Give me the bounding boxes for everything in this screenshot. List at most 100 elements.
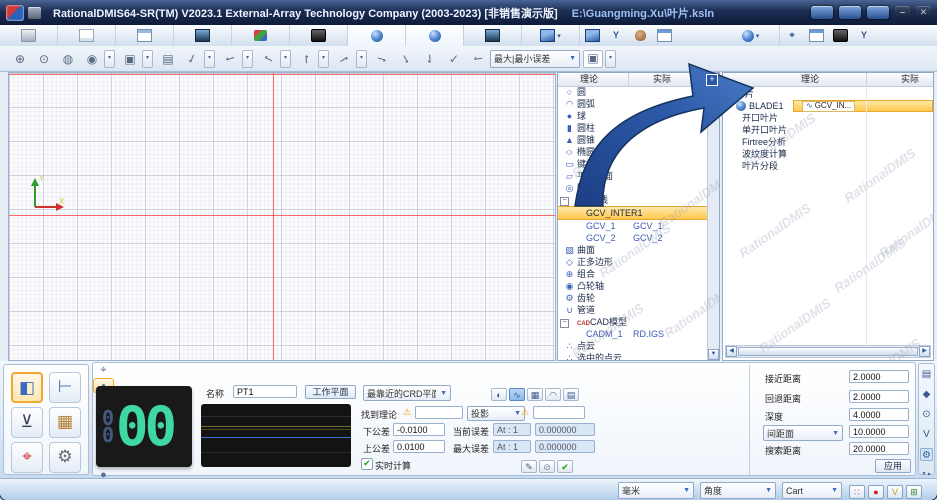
ribbon-tab-axes-tool[interactable]: ⌖	[780, 25, 804, 46]
tree-item-ellipse[interactable]: ○椭圆	[558, 146, 708, 158]
ribbon-tab-table[interactable]	[116, 25, 174, 46]
tree-item-selected-point-cloud[interactable]: ∴选中的点云	[558, 352, 708, 361]
ribbon-tab-cube-tool[interactable]	[580, 25, 604, 46]
ribbon-tab-scene-sphere[interactable]: ▾	[722, 25, 780, 46]
probe-mode-button[interactable]: ⊻	[11, 407, 43, 438]
report-view-icon[interactable]: ▤	[563, 388, 579, 401]
tree-item-blade-segment[interactable]: 叶片分段	[723, 160, 933, 172]
ribbon-tab-device[interactable]	[290, 25, 348, 46]
move-tool-icon[interactable]: ⊕	[10, 50, 30, 68]
ribbon-tab-probe-y[interactable]: Y	[604, 25, 628, 46]
close-button[interactable]: ✕	[916, 6, 931, 19]
tree-item-cone[interactable]: ▲圆锥	[558, 134, 708, 146]
eraser-icon[interactable]: ⊘	[539, 460, 555, 473]
probe-angle-1-dropdown[interactable]: ▾	[204, 50, 215, 68]
error-mode-combo[interactable]: 最大|最小误差▼	[490, 50, 580, 68]
probe-view-icon[interactable]: ◐	[491, 388, 507, 401]
tree-item-point-cloud[interactable]: ∴点云	[558, 340, 708, 352]
probe-angle-3-dropdown[interactable]: ▾	[280, 50, 291, 68]
settings-icon[interactable]: ⚙	[920, 448, 933, 461]
shaded-view-icon[interactable]: ◍	[58, 50, 78, 68]
tree-item-single-open-blade[interactable]: 单开口叶片	[723, 124, 933, 136]
probe-manager-icon[interactable]: ◆	[920, 388, 933, 401]
emergency-stop-icon[interactable]: ●	[868, 485, 884, 499]
probe-angle-4-icon[interactable]: ✓	[296, 50, 316, 68]
display-connect-icon[interactable]	[839, 6, 861, 19]
blade-panel-hscrollbar[interactable]: ◀ ▶	[725, 345, 931, 358]
edit-icon[interactable]: ✎	[521, 460, 537, 473]
shape-pick-icon[interactable]: ⌖	[93, 363, 114, 378]
graph-view-icon[interactable]: ∿	[509, 388, 525, 401]
coordinate-mode-button[interactable]: ⌖	[11, 442, 43, 473]
tree-item-cylinder[interactable]: ▮圆柱	[558, 122, 708, 134]
report-layout-dropdown[interactable]: ▾	[605, 50, 616, 68]
tree-item-camshaft[interactable]: ◉凸轮轴	[558, 280, 708, 292]
ribbon-tab-operator-head[interactable]	[628, 25, 652, 46]
spacing-mode-combo[interactable]: 间距面▼	[763, 425, 843, 441]
tree-item-gcv-2[interactable]: GCV_2GCV_2	[558, 232, 708, 244]
ribbon-tab-window-tool-2[interactable]	[804, 25, 828, 46]
scroll-right-icon[interactable]: ▶	[919, 346, 930, 357]
ribbon-tab-eye-sphere[interactable]	[406, 25, 464, 46]
zoom-tool-icon[interactable]: ⊙	[920, 408, 933, 421]
connection-icon[interactable]: ⊞	[906, 485, 922, 499]
retract-distance-input[interactable]: 2.0000	[849, 390, 909, 403]
lower-tolerance-input[interactable]: -0.0100	[393, 423, 445, 436]
scroll-left-icon[interactable]: ◀	[726, 346, 737, 357]
tree-item-arc[interactable]: ◠圆弧	[558, 98, 708, 110]
tree-item-open-blade[interactable]: 开口叶片	[723, 112, 933, 124]
confirm-icon[interactable]: ✔	[557, 460, 573, 473]
snapshot-icon[interactable]: ▣	[120, 50, 140, 68]
tree-item-polygon[interactable]: ◇正多边形	[558, 256, 708, 268]
expander-icon[interactable]: −	[560, 319, 569, 328]
collision-icon[interactable]: ▤	[920, 368, 933, 381]
probe-angle-1-icon[interactable]: ✓	[182, 50, 202, 68]
search-distance-input[interactable]: 20.0000	[849, 442, 909, 455]
workplane-button[interactable]: 工作平面	[305, 385, 356, 399]
expander-icon[interactable]: −	[560, 197, 569, 206]
find-theory-input[interactable]	[415, 406, 463, 419]
probe-angle-7-icon[interactable]: ✓	[396, 50, 416, 68]
remote-control-icon[interactable]	[811, 6, 833, 19]
projection-input[interactable]	[533, 406, 585, 419]
probe-angle-9-icon[interactable]: ✓	[444, 50, 464, 68]
tree-item-torus[interactable]: ◎圆环	[558, 182, 708, 194]
vision-probe-icon[interactable]: V	[887, 485, 903, 499]
probe-angle-2-icon[interactable]: ✓	[220, 50, 240, 68]
tree-item-sphere[interactable]: ●球	[558, 110, 708, 122]
machine-mode-button[interactable]: ⚙	[49, 442, 81, 473]
ribbon-tab-view-sphere[interactable]	[348, 25, 406, 46]
name-input[interactable]	[233, 385, 297, 398]
actual-column-header[interactable]: 实际	[653, 73, 671, 86]
upper-tolerance-input[interactable]: 0.0100	[393, 440, 445, 453]
theory-column-header[interactable]: 理论	[580, 73, 598, 86]
probe-angle-4-dropdown[interactable]: ▾	[318, 50, 329, 68]
probe-angle-6-icon[interactable]: ✓	[372, 50, 392, 68]
tree-item-pipe[interactable]: ∪管道	[558, 304, 708, 316]
tree-item-waviness[interactable]: 波纹度计算	[723, 148, 933, 160]
machine-position-icon[interactable]: ∷	[849, 485, 865, 499]
tree-item-blade1[interactable]: BLADE1∿GCV_IN...	[723, 100, 933, 112]
tree-item-blade-group[interactable]: −叶片	[723, 88, 933, 100]
minimize-button[interactable]: –	[895, 6, 910, 19]
depth-input[interactable]: 4.0000	[849, 408, 909, 421]
probe-angle-10-icon[interactable]: ✓	[468, 50, 488, 68]
theory-column-header[interactable]: 理论	[801, 73, 819, 86]
tree-item-circle[interactable]: ○圆	[558, 86, 708, 98]
ribbon-tab-layers[interactable]	[232, 25, 290, 46]
arc-view-icon[interactable]: ◠	[545, 388, 561, 401]
unit-combo[interactable]: 毫米▼	[618, 482, 694, 499]
probe-angle-3-icon[interactable]: ✓	[258, 50, 278, 68]
graphics-viewport[interactable]: Y X	[8, 72, 556, 361]
realtime-checkbox[interactable]: ✔	[361, 458, 373, 470]
ribbon-tab-monitor[interactable]	[464, 25, 522, 46]
table-view-icon[interactable]: ▦	[527, 388, 543, 401]
angle-combo[interactable]: 角度▼	[700, 482, 776, 499]
tree-item-gcv-inter1[interactable]: GCV_INTER1	[558, 206, 708, 220]
tree-item-gear[interactable]: ⚙齿轮	[558, 292, 708, 304]
snapshot-dropdown[interactable]: ▾	[142, 50, 153, 68]
approach-distance-input[interactable]: 2.0000	[849, 370, 909, 383]
ribbon-tab-camera-tool[interactable]	[828, 25, 852, 46]
probe-angle-5-dropdown[interactable]: ▾	[356, 50, 367, 68]
tree-item-curve[interactable]: −∿曲线	[558, 194, 708, 206]
